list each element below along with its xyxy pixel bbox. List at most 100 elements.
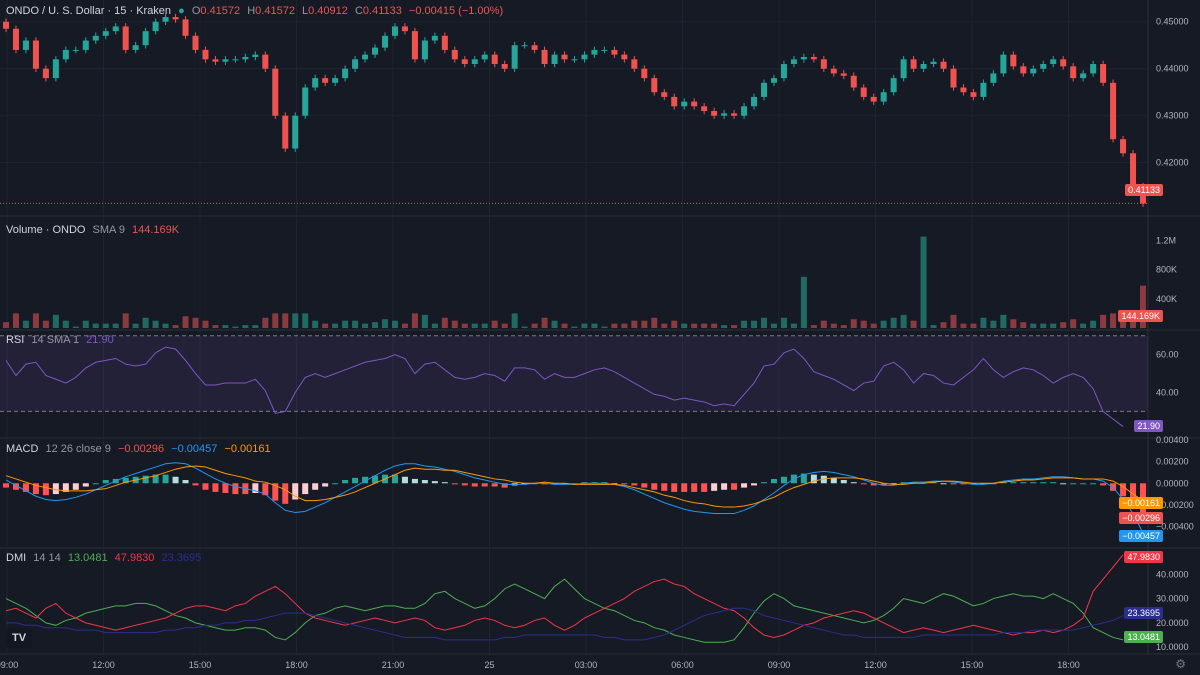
status-dot-icon: ●: [178, 5, 185, 17]
macd-histogram-bar: [42, 483, 49, 496]
candle-body: [531, 45, 538, 50]
time-tick-label: 18:00: [285, 660, 308, 670]
volume-bar: [880, 320, 887, 328]
candle-body: [391, 26, 398, 36]
candle-body: [541, 49, 548, 65]
volume-bar: [701, 323, 708, 328]
dmi-tick-label: 40.0000: [1156, 569, 1189, 579]
candle-body: [312, 78, 319, 88]
macd-histogram-bar: [162, 474, 169, 484]
dmi-minus-line: [5, 554, 1124, 638]
candle-body: [511, 45, 518, 69]
dmi-plus-badge: 13.0481: [1124, 631, 1163, 643]
macd-histogram-bar: [651, 483, 658, 490]
candle-body: [262, 54, 269, 69]
tradingview-logo[interactable]: TV: [6, 628, 32, 648]
macd-histogram-bar: [751, 483, 758, 486]
macd-histogram-bar: [72, 483, 79, 490]
rsi-tick-label: 60.00: [1156, 350, 1179, 360]
volume-bar: [541, 317, 548, 328]
volume-bar: [42, 320, 49, 328]
volume-bar: [1030, 323, 1037, 328]
time-tick-label: 06:00: [671, 660, 694, 670]
candle-body: [761, 82, 767, 97]
dmi-minus-value: 47.9830: [114, 552, 155, 564]
volume-bar: [491, 320, 498, 328]
time-tick-label: 09:00: [0, 660, 18, 670]
macd-histogram-bar: [491, 483, 498, 487]
dmi-tick-label: 20.0000: [1156, 618, 1189, 628]
macd-params: 12 26 close 9: [45, 443, 111, 455]
candle-body: [770, 78, 777, 83]
candle-body: [721, 113, 728, 116]
macd-histogram-bar: [1060, 483, 1067, 485]
rsi-title[interactable]: RSI: [6, 334, 24, 346]
candle-body: [741, 106, 748, 116]
high-label: H: [247, 5, 256, 17]
volume-bar: [421, 314, 428, 328]
volume-bar: [262, 317, 269, 328]
macd-histogram-bar: [92, 483, 99, 485]
volume-bar: [32, 313, 39, 328]
candle-body: [731, 113, 738, 116]
candle-body: [122, 26, 129, 50]
macd-histogram-bar: [82, 483, 89, 487]
candle-body: [651, 78, 658, 93]
volume-bar: [1000, 314, 1007, 328]
macd-histogram-bar: [770, 478, 777, 484]
dmi-title[interactable]: DMI: [6, 552, 26, 564]
volume-bar: [561, 323, 568, 328]
candle-body: [830, 68, 837, 74]
candle-body: [32, 40, 39, 69]
candle-body: [900, 59, 907, 79]
volume-bar: [591, 323, 598, 328]
candle-body: [322, 78, 329, 83]
candle-body: [860, 87, 867, 97]
candle-body: [1120, 139, 1127, 154]
dmi-minus-badge: 47.9830: [1124, 551, 1163, 563]
volume-bar: [292, 313, 299, 328]
macd-histogram-bar: [780, 476, 787, 484]
candle-body: [182, 19, 189, 36]
volume-bar: [342, 320, 349, 328]
candle-body: [332, 78, 339, 83]
volume-bar: [52, 314, 59, 328]
macd-title[interactable]: MACD: [6, 443, 38, 455]
candle-body: [1030, 68, 1037, 74]
volume-bar: [1080, 323, 1087, 328]
volume-bar: [411, 313, 418, 328]
candle-body: [920, 64, 927, 69]
candle-body: [3, 21, 9, 29]
volume-legend: Volume · ONDO SMA 9 144.169K: [6, 224, 183, 236]
macd-histogram-bar: [761, 482, 767, 484]
macd-histogram-bar: [840, 480, 847, 484]
candle-body: [751, 96, 758, 107]
candle-body: [92, 35, 99, 41]
volume-bar: [182, 316, 189, 328]
candle-body: [1040, 64, 1047, 69]
macd-histogram-bar: [661, 483, 668, 491]
macd-histogram-bar: [1090, 483, 1097, 485]
volume-bar: [820, 320, 827, 328]
rsi-legend: RSI 14 SMA 1 21.90: [6, 334, 118, 346]
candle-body: [661, 92, 668, 97]
gear-icon[interactable]: ⚙: [1175, 657, 1186, 671]
macd-histogram-bar: [621, 483, 628, 485]
candle-body: [152, 21, 159, 32]
candle-body: [591, 49, 598, 55]
rsi-badge: 21.90: [1134, 420, 1163, 432]
volume-bar: [252, 325, 259, 328]
macd-hist-badge: −0.00296: [1119, 512, 1163, 524]
macd-histogram-bar: [671, 483, 678, 492]
volume-title[interactable]: Volume · ONDO: [6, 224, 85, 236]
volume-bar: [601, 326, 608, 328]
volume-bar: [1050, 323, 1057, 328]
symbol-title[interactable]: ONDO / U. S. Dollar · 15 · Kraken: [6, 5, 171, 17]
macd-histogram-bar: [461, 483, 468, 486]
volume-bar: [571, 326, 578, 328]
volume-bar: [830, 323, 837, 328]
macd-histogram-bar: [192, 483, 199, 486]
volume-bar: [222, 325, 229, 328]
volume-bar: [751, 320, 758, 328]
volume-bar: [800, 276, 807, 328]
